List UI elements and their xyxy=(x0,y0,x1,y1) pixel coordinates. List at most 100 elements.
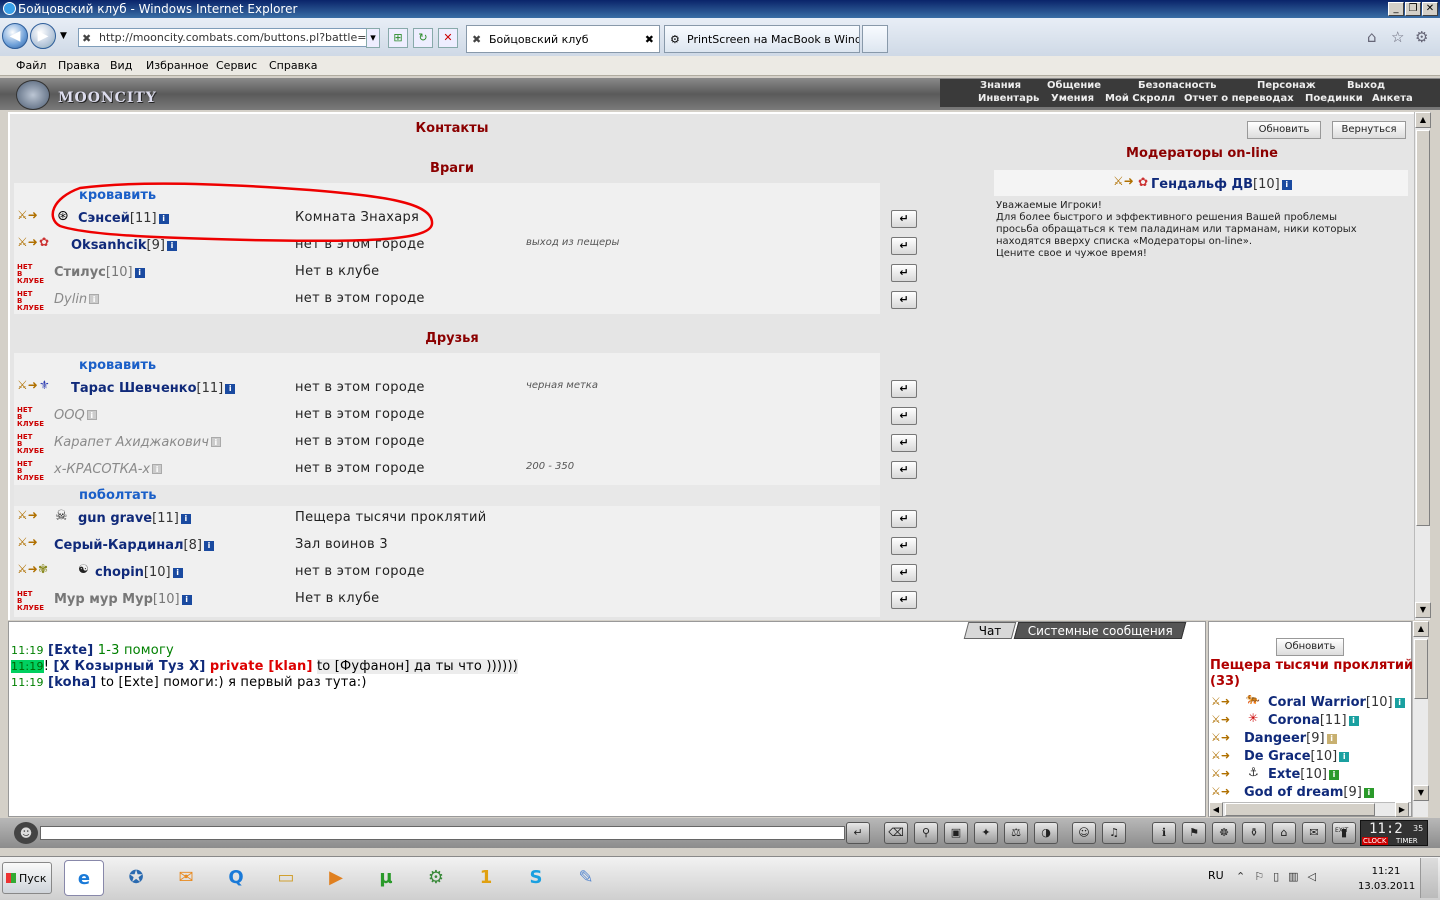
attack-arrow-icon[interactable]: ⚔➜ xyxy=(17,535,38,549)
info-icon[interactable]: i xyxy=(1328,770,1339,780)
info-icon[interactable]: i xyxy=(1348,716,1359,726)
room-refresh-button[interactable]: Обновить xyxy=(1276,638,1344,656)
menu-communication[interactable]: Общение xyxy=(1047,80,1101,91)
spirit-icon[interactable]: ⚱ xyxy=(1242,822,1266,844)
start-button[interactable]: Пуск xyxy=(2,862,52,894)
chat-sender[interactable]: [X Козырный Туз X] xyxy=(53,659,205,674)
close-tab-icon[interactable]: ✖ xyxy=(645,26,654,52)
remove-contact-button[interactable]: ↵ xyxy=(891,461,917,479)
group-label-bloody[interactable]: кровавить xyxy=(79,358,156,373)
language-indicator[interactable]: RU xyxy=(1208,869,1224,882)
attack-arrow-icon[interactable]: ⚔➜ xyxy=(1211,747,1230,765)
taskbar-1c-icon[interactable]: 1 xyxy=(466,860,506,896)
taskbar-utorrent-icon[interactable]: µ xyxy=(366,860,406,896)
scroll-down-button[interactable]: ▼ xyxy=(1415,602,1431,618)
remove-contact-button[interactable]: ↵ xyxy=(891,434,917,452)
attack-arrow-icon[interactable]: ⚔➜ xyxy=(1211,729,1230,747)
trade-icon[interactable]: ⚖ xyxy=(1004,822,1028,844)
info-icon[interactable]: i xyxy=(225,384,236,394)
taskbar-paint-icon[interactable]: ✎ xyxy=(566,860,606,896)
menu-my-scroll[interactable]: Мой Скролл xyxy=(1105,93,1175,104)
home-icon[interactable]: ⌂ xyxy=(1367,28,1377,46)
attack-arrow-icon[interactable]: ⚔➜ xyxy=(1211,693,1230,711)
show-desktop-button[interactable] xyxy=(1420,858,1438,898)
scroll-left-button[interactable]: ◀ xyxy=(1209,802,1223,817)
clock-label[interactable]: CLOCK xyxy=(1362,837,1388,845)
stop-icon[interactable]: ✕ xyxy=(438,28,458,48)
scroll-up-button[interactable]: ▲ xyxy=(1413,621,1429,637)
chat-input[interactable] xyxy=(40,826,845,840)
menu-transfer-report[interactable]: Отчет о переводах xyxy=(1184,93,1294,104)
attack-arrow-icon[interactable]: ⚔➜ xyxy=(1211,783,1230,801)
minimize-button[interactable]: _ xyxy=(1388,2,1404,16)
attack-arrow-icon[interactable]: ⚔➜ xyxy=(17,508,38,522)
tab-chat[interactable]: Чат xyxy=(963,622,1017,639)
attack-arrow-icon[interactable]: ⚔➜ xyxy=(17,378,38,392)
taskbar-media-icon[interactable]: ▶ xyxy=(316,860,356,896)
taskbar-folder-icon[interactable]: ▭ xyxy=(266,860,306,896)
quest-icon[interactable]: ⚑ xyxy=(1182,822,1206,844)
tools-gear-icon[interactable]: ⚙ xyxy=(1415,28,1428,46)
info-icon[interactable]: i xyxy=(1394,698,1405,708)
contact-name[interactable]: gun grave[11] i xyxy=(78,511,191,526)
info-icon[interactable]: i xyxy=(180,514,191,524)
attack-arrow-icon[interactable]: ⚔➜ xyxy=(1211,711,1230,729)
contact-name[interactable]: x-КРАСОТКА-x i xyxy=(54,462,163,477)
info-icon[interactable]: i xyxy=(203,541,214,551)
menu-skills[interactable]: Умения xyxy=(1051,93,1094,104)
contact-name[interactable]: chopin[10] i xyxy=(95,565,183,580)
filter-icon[interactable]: ⚲ xyxy=(914,822,938,844)
taskbar-safari-icon[interactable]: ✪ xyxy=(116,860,156,896)
remove-contact-button[interactable]: ↵ xyxy=(891,591,917,609)
remove-contact-button[interactable]: ↵ xyxy=(891,407,917,425)
menu-help[interactable]: Справка xyxy=(269,59,317,72)
scroll-right-button[interactable]: ▶ xyxy=(1395,802,1409,817)
smiles-icon[interactable]: ☺ xyxy=(1072,822,1096,844)
room-player[interactable]: De Grace[10] i xyxy=(1244,749,1350,764)
room-player[interactable]: Exte[10] i xyxy=(1268,767,1339,782)
send-icon[interactable]: ↵ xyxy=(846,822,870,844)
menu-inventory[interactable]: Инвентарь xyxy=(978,93,1039,104)
info-icon[interactable]: i xyxy=(89,294,100,304)
smiley-toggle-icon[interactable]: ☻ xyxy=(14,822,38,844)
refresh-button[interactable]: Обновить xyxy=(1247,121,1321,139)
maximize-button[interactable]: ❐ xyxy=(1405,2,1421,16)
system-clock[interactable]: 11:21 13.03.2011 xyxy=(1358,864,1415,894)
info-icon[interactable]: i xyxy=(1339,752,1350,762)
room-player[interactable]: Coral Warrior[10] i xyxy=(1268,695,1405,710)
taskbar-outlook-icon[interactable]: ✉ xyxy=(166,860,206,896)
chat-sender[interactable]: [koha] xyxy=(48,675,96,690)
info-icon[interactable]: i xyxy=(172,568,183,578)
menu-file[interactable]: Файл xyxy=(16,59,46,72)
attack-arrow-icon[interactable]: ⚔➜ xyxy=(17,208,38,222)
new-tab-button[interactable] xyxy=(862,25,888,53)
remove-contact-button[interactable]: ↵ xyxy=(891,291,917,309)
remove-contact-button[interactable]: ↵ xyxy=(891,264,917,282)
attack-arrow-icon[interactable]: ⚔➜ xyxy=(17,235,38,249)
fight-icon[interactable]: ✦ xyxy=(974,822,998,844)
attack-arrow-icon[interactable]: ⚔➜ xyxy=(1211,765,1230,783)
forward-button[interactable]: ▶ xyxy=(30,23,56,49)
info-icon[interactable]: i xyxy=(1281,180,1292,190)
taskbar-network-icon[interactable]: ⚙ xyxy=(416,860,456,896)
contact-name[interactable]: Тарас Шевченко[11] i xyxy=(71,381,236,396)
attack-arrow-icon[interactable]: ⚔➜ xyxy=(1113,174,1134,188)
address-dropdown-icon[interactable]: ▾ xyxy=(366,28,380,48)
contact-name[interactable]: Dylin i xyxy=(54,292,100,307)
contact-name[interactable]: Карапет Ахиджакович i xyxy=(54,435,221,450)
menu-security[interactable]: Безопасность xyxy=(1138,80,1217,91)
eraser-icon[interactable]: ⌫ xyxy=(884,822,908,844)
menu-duels[interactable]: Поединки xyxy=(1305,93,1363,104)
refresh-icon[interactable]: ↻ xyxy=(413,28,433,48)
menu-character[interactable]: Персонаж xyxy=(1257,80,1316,91)
sound-icon[interactable]: ♫ xyxy=(1102,822,1126,844)
contact-name[interactable]: OOQ i xyxy=(54,408,97,423)
scroll-thumb[interactable] xyxy=(1414,639,1428,699)
exit-icon[interactable]: EXIT ▮ xyxy=(1332,822,1356,844)
taskbar-skype-icon[interactable]: S xyxy=(516,860,556,896)
info-icon[interactable]: i xyxy=(152,464,163,474)
remove-contact-button[interactable]: ↵ xyxy=(891,237,917,255)
contact-name[interactable]: Мур мур Мур[10] i xyxy=(54,592,192,607)
contact-name[interactable]: Серый-Кардинал[8] i xyxy=(54,538,214,553)
chat-sender[interactable]: [Exte] xyxy=(48,643,93,658)
